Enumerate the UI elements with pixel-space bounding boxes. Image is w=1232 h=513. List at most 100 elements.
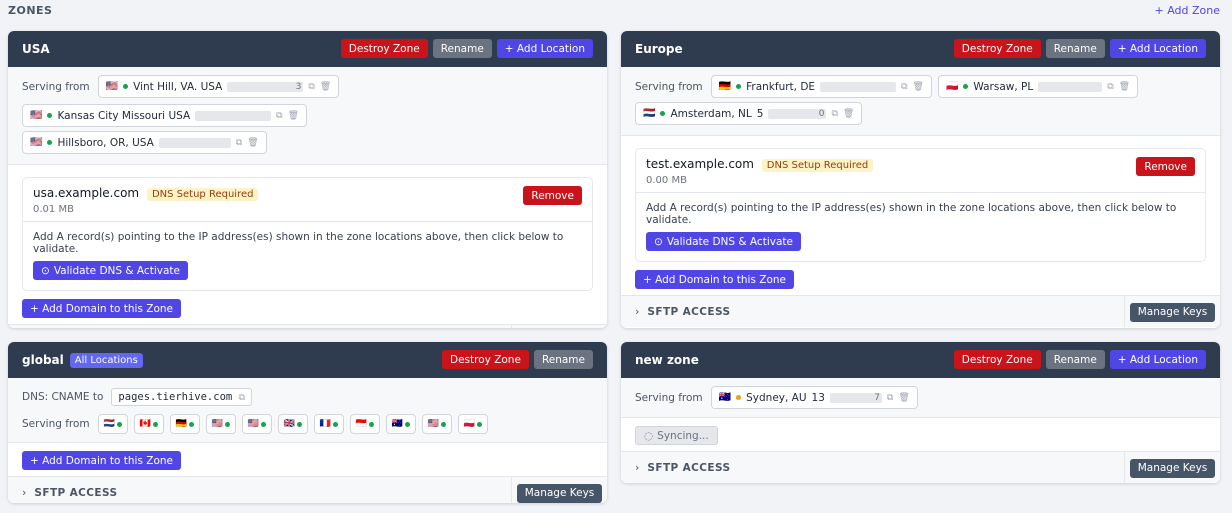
location-chip: 🇺🇸 Vint Hill, VA. USA 3 ⧉ 🗑 xyxy=(97,75,340,98)
location-name: Vint Hill, VA. USA xyxy=(133,80,223,93)
location-flag-chip: 🇳🇱 xyxy=(97,414,128,434)
trash-icon[interactable]: 🗑 xyxy=(843,109,854,119)
add-domain-button[interactable]: + Add Domain to this Zone xyxy=(635,270,794,289)
zone-name: global xyxy=(22,353,64,367)
all-locations-badge: All Locations xyxy=(69,352,143,368)
destroy-zone-button[interactable]: Destroy Zone xyxy=(953,39,1041,58)
copy-icon[interactable]: ⧉ xyxy=(901,82,907,92)
flag-icon: 🇺🇸 xyxy=(211,419,223,429)
trash-icon[interactable]: 🗑 xyxy=(898,393,909,403)
rename-button[interactable]: Rename xyxy=(533,350,593,369)
location-chip: 🇳🇱 Amsterdam, NL 5 0 ⧉ 🗑 xyxy=(635,102,863,125)
copy-icon[interactable]: ⧉ xyxy=(236,138,242,148)
zone-card-usa: USA Destroy Zone Rename + Add Location S… xyxy=(8,31,607,328)
copy-icon[interactable]: ⧉ xyxy=(276,111,282,121)
ip-address xyxy=(158,137,231,148)
rename-button[interactable]: Rename xyxy=(432,39,492,58)
flag-icon: 🇳🇱 xyxy=(103,419,115,429)
sftp-access-toggle[interactable]: › SFTP ACCESS Manage Keys xyxy=(8,476,607,503)
location-chip: 🇺🇸 Hillsboro, OR, USA ⧉ 🗑 xyxy=(22,131,267,154)
status-badge: DNS Setup Required xyxy=(761,159,874,172)
chevron-right-icon: › xyxy=(22,486,27,499)
trash-icon[interactable]: 🗑 xyxy=(247,138,258,148)
validate-dns-button[interactable]: ⊙ Validate DNS & Activate xyxy=(33,261,188,280)
location-name: Frankfurt, DE xyxy=(746,80,816,93)
zone-card-global: global All Locations Destroy Zone Rename… xyxy=(8,342,607,503)
flag-icon: 🇺🇸 xyxy=(30,137,43,148)
copy-icon[interactable]: ⧉ xyxy=(239,393,245,403)
trash-icon[interactable]: 🗑 xyxy=(320,82,331,92)
location-flag-chip: 🇫🇷 xyxy=(313,414,344,434)
copy-icon[interactable]: ⧉ xyxy=(887,393,893,403)
status-dot-icon xyxy=(260,421,266,427)
copy-icon[interactable]: ⧉ xyxy=(1107,82,1113,92)
remove-domain-button[interactable]: Remove xyxy=(523,186,582,205)
flag-icon: 🇺🇸 xyxy=(247,419,259,429)
flag-icon: 🇺🇸 xyxy=(30,110,43,121)
status-dot-icon xyxy=(660,111,666,116)
destroy-zone-button[interactable]: Destroy Zone xyxy=(340,39,428,58)
add-domain-button[interactable]: + Add Domain to this Zone xyxy=(22,451,181,470)
zone-header: new zone Destroy Zone Rename + Add Locat… xyxy=(621,342,1220,378)
serving-from-label: Serving from xyxy=(22,418,90,430)
status-dot-icon xyxy=(224,421,230,427)
copy-icon[interactable]: ⧉ xyxy=(831,109,837,119)
check-circle-icon: ⊙ xyxy=(41,264,50,277)
zone-card-new-zone: new zone Destroy Zone Rename + Add Locat… xyxy=(621,342,1220,483)
flag-icon: 🇮🇩 xyxy=(355,419,367,429)
domain-item: test.example.com DNS Setup Required 0.00… xyxy=(635,148,1206,262)
remove-domain-button[interactable]: Remove xyxy=(1136,157,1195,176)
add-domain-button[interactable]: + Add Domain to this Zone xyxy=(22,299,181,318)
zone-name: new zone xyxy=(635,353,699,367)
location-name: Amsterdam, NL xyxy=(670,107,752,120)
domain-size: 0.01 MB xyxy=(33,204,74,215)
location-name: Warsaw, PL xyxy=(973,80,1034,93)
flag-icon: 🇨🇦 xyxy=(139,419,151,429)
add-location-button[interactable]: + Add Location xyxy=(1109,350,1206,369)
check-circle-icon: ⊙ xyxy=(654,235,663,248)
status-dot-icon xyxy=(736,84,742,89)
rename-button[interactable]: Rename xyxy=(1045,39,1105,58)
sftp-access-toggle[interactable]: › SFTP ACCESS Manage Keys xyxy=(8,324,607,328)
status-badge: DNS Setup Required xyxy=(146,188,259,201)
ip-address xyxy=(1038,81,1103,92)
add-location-button[interactable]: + Add Location xyxy=(496,39,593,58)
validate-dns-button[interactable]: ⊙ Validate DNS & Activate xyxy=(646,232,801,251)
location-flag-chip: 🇵🇱 xyxy=(457,414,488,434)
sftp-label: SFTP ACCESS xyxy=(647,461,731,474)
serving-from-label: Serving from xyxy=(22,80,90,93)
flag-icon: 🇵🇱 xyxy=(463,419,475,429)
manage-keys-button[interactable]: Manage Keys xyxy=(1129,302,1216,322)
domain-name: test.example.com xyxy=(646,157,754,171)
cname-target: pages.tierhive.com ⧉ xyxy=(111,388,252,406)
rename-button[interactable]: Rename xyxy=(1045,350,1105,369)
trash-icon[interactable]: 🗑 xyxy=(913,82,924,92)
status-dot-icon xyxy=(152,421,158,427)
dns-instructions: Add A record(s) pointing to the IP addre… xyxy=(646,202,1177,226)
manage-keys-button[interactable]: Manage Keys xyxy=(1129,458,1216,478)
location-chip: 🇺🇸 Kansas City Missouri USA ⧉ 🗑 xyxy=(22,104,308,127)
copy-icon[interactable]: ⧉ xyxy=(308,82,314,92)
destroy-zone-button[interactable]: Destroy Zone xyxy=(442,350,529,369)
zone-header: Europe Destroy Zone Rename + Add Locatio… xyxy=(621,31,1220,67)
manage-keys-button[interactable]: Manage Keys xyxy=(516,483,603,503)
serving-from-label: Serving from xyxy=(635,80,703,93)
add-location-button[interactable]: + Add Location xyxy=(1109,39,1206,58)
sftp-access-toggle[interactable]: › SFTP ACCESS Manage Keys xyxy=(621,451,1220,483)
trash-icon[interactable]: 🗑 xyxy=(288,111,299,121)
dns-cname-label: DNS: CNAME to xyxy=(22,391,104,403)
serving-locations: Serving from 🇺🇸 Vint Hill, VA. USA 3 ⧉ 🗑… xyxy=(8,67,607,165)
status-dot-icon xyxy=(963,84,969,89)
zone-name: USA xyxy=(22,42,50,56)
serving-locations: DNS: CNAME to pages.tierhive.com ⧉ Servi… xyxy=(8,378,607,443)
ip-address: 0 xyxy=(768,108,827,119)
status-dot-icon xyxy=(404,421,410,427)
ip-address: 3 xyxy=(227,81,304,92)
sftp-access-toggle[interactable]: › SFTP ACCESS Manage Keys xyxy=(621,295,1220,328)
status-dot-icon xyxy=(47,140,53,145)
flag-icon: 🇩🇪 xyxy=(718,81,732,92)
destroy-zone-button[interactable]: Destroy Zone xyxy=(953,350,1041,369)
add-zone-link[interactable]: + Add Zone xyxy=(1154,4,1220,17)
syncing-button: ◌ Syncing... xyxy=(635,426,718,445)
trash-icon[interactable]: 🗑 xyxy=(1119,82,1130,92)
